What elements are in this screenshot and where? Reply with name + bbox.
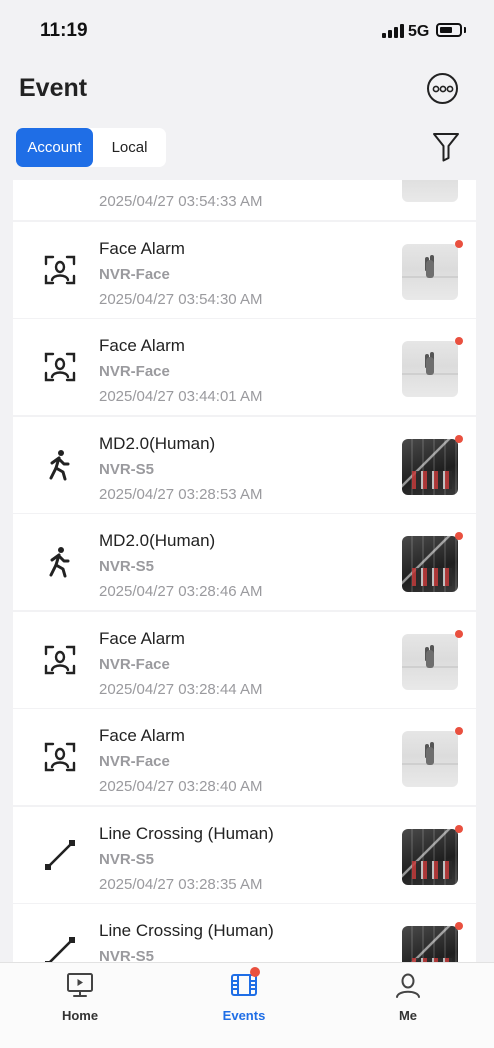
event-time: 2025/04/27 03:54:30 AM bbox=[99, 291, 263, 308]
signal-icon bbox=[382, 24, 404, 38]
event-row[interactable]: Face Alarm NVR-Face 2025/04/27 03:28:40 AM bbox=[13, 709, 476, 805]
unread-dot bbox=[455, 337, 463, 345]
tab-home[interactable]: Home bbox=[30, 963, 130, 1048]
tab-home-label: Home bbox=[61, 1008, 99, 1023]
bottom-tab-bar: Home Events Me bbox=[0, 962, 494, 1048]
face-icon bbox=[43, 253, 77, 287]
event-title: Line Crossing (Human) bbox=[99, 824, 274, 843]
source-segmented-control: Account Local bbox=[16, 128, 166, 167]
walking-person-icon bbox=[43, 448, 77, 482]
filter-button[interactable] bbox=[432, 131, 460, 163]
tab-account[interactable]: Account bbox=[16, 128, 93, 167]
event-title: Face Alarm bbox=[99, 336, 185, 355]
event-time: 2025/04/27 03:28:40 AM bbox=[99, 778, 263, 795]
tab-events[interactable]: Events bbox=[194, 963, 294, 1048]
page-title: Event bbox=[19, 74, 88, 102]
event-thumbnail[interactable] bbox=[402, 634, 458, 690]
unread-dot bbox=[455, 630, 463, 638]
event-title: Face Alarm bbox=[99, 726, 185, 745]
tab-local[interactable]: Local bbox=[93, 128, 166, 167]
status-bar: 11:19 5G bbox=[0, 0, 494, 62]
event-time: 2025/04/27 03:28:53 AM bbox=[99, 486, 263, 503]
event-device: NVR-Face bbox=[99, 266, 170, 283]
event-row[interactable]: Face Alarm NVR-Face 2025/04/27 03:44:01 AM bbox=[13, 319, 476, 415]
event-thumbnail[interactable] bbox=[402, 829, 458, 885]
line-crossing-icon bbox=[43, 838, 77, 872]
event-row[interactable]: Face Alarm NVR-Face 2025/04/27 03:54:30 AM bbox=[13, 222, 476, 318]
event-list[interactable]: 2025/04/27 03:54:33 AM Face Alarm NVR-Face… bbox=[13, 180, 476, 962]
face-icon bbox=[43, 643, 77, 677]
event-row[interactable]: Face Alarm NVR-Face 2025/04/27 03:28:44 AM bbox=[13, 612, 476, 708]
unread-dot bbox=[455, 240, 463, 248]
events-badge bbox=[250, 967, 260, 977]
unread-dot bbox=[455, 532, 463, 540]
event-device: NVR-S5 bbox=[99, 851, 155, 868]
event-device: NVR-S5 bbox=[99, 948, 155, 962]
more-options-button[interactable] bbox=[427, 73, 458, 104]
face-icon bbox=[43, 740, 77, 774]
tab-me-label: Me bbox=[398, 1008, 418, 1023]
status-time: 11:19 bbox=[40, 20, 88, 41]
event-device: NVR-Face bbox=[99, 363, 170, 380]
monitor-play-icon bbox=[67, 973, 93, 997]
event-thumbnail[interactable] bbox=[402, 731, 458, 787]
event-device: NVR-Face bbox=[99, 753, 170, 770]
event-time: 2025/04/27 03:44:01 AM bbox=[99, 388, 263, 405]
event-thumbnail[interactable] bbox=[402, 439, 458, 495]
person-icon bbox=[396, 973, 420, 998]
event-title: MD2.0(Human) bbox=[99, 531, 216, 550]
tab-events-label: Events bbox=[222, 1008, 266, 1023]
event-thumbnail[interactable] bbox=[402, 341, 458, 397]
filter-icon bbox=[433, 133, 459, 162]
event-row[interactable]: MD2.0(Human) NVR-S5 2025/04/27 03:28:46 AM bbox=[13, 514, 476, 610]
battery-tip bbox=[464, 27, 466, 33]
event-title: MD2.0(Human) bbox=[99, 434, 216, 453]
event-row[interactable]: 2025/04/27 03:54:33 AM bbox=[13, 180, 476, 220]
walking-person-icon bbox=[43, 545, 77, 579]
more-circle-icon bbox=[432, 85, 454, 93]
unread-dot bbox=[455, 435, 463, 443]
event-device: NVR-Face bbox=[99, 656, 170, 673]
event-time: 2025/04/27 03:28:35 AM bbox=[99, 876, 263, 893]
event-title: Face Alarm bbox=[99, 239, 185, 258]
event-thumbnail[interactable] bbox=[402, 180, 458, 202]
tab-me[interactable]: Me bbox=[358, 963, 458, 1048]
event-time: 2025/04/27 03:28:44 AM bbox=[99, 681, 263, 698]
event-title: Face Alarm bbox=[99, 629, 185, 648]
unread-dot bbox=[455, 727, 463, 735]
event-row[interactable]: Line Crossing (Human) NVR-S5 bbox=[13, 904, 476, 962]
event-time: 2025/04/27 03:28:46 AM bbox=[99, 583, 263, 600]
battery-icon bbox=[436, 23, 462, 37]
event-device: NVR-S5 bbox=[99, 558, 155, 575]
event-title: Line Crossing (Human) bbox=[99, 921, 274, 940]
event-thumbnail[interactable] bbox=[402, 926, 458, 962]
event-row[interactable]: Line Crossing (Human) NVR-S5 2025/04/27 03… bbox=[13, 807, 476, 903]
event-thumbnail[interactable] bbox=[402, 244, 458, 300]
network-type: 5G bbox=[408, 23, 430, 40]
event-time: 2025/04/27 03:54:33 AM bbox=[99, 193, 263, 210]
event-device: NVR-S5 bbox=[99, 461, 155, 478]
event-thumbnail[interactable] bbox=[402, 536, 458, 592]
face-icon bbox=[43, 350, 77, 384]
event-row[interactable]: MD2.0(Human) NVR-S5 2025/04/27 03:28:53 AM bbox=[13, 417, 476, 513]
unread-dot bbox=[455, 825, 463, 833]
unread-dot bbox=[455, 922, 463, 930]
line-crossing-icon bbox=[43, 935, 77, 962]
